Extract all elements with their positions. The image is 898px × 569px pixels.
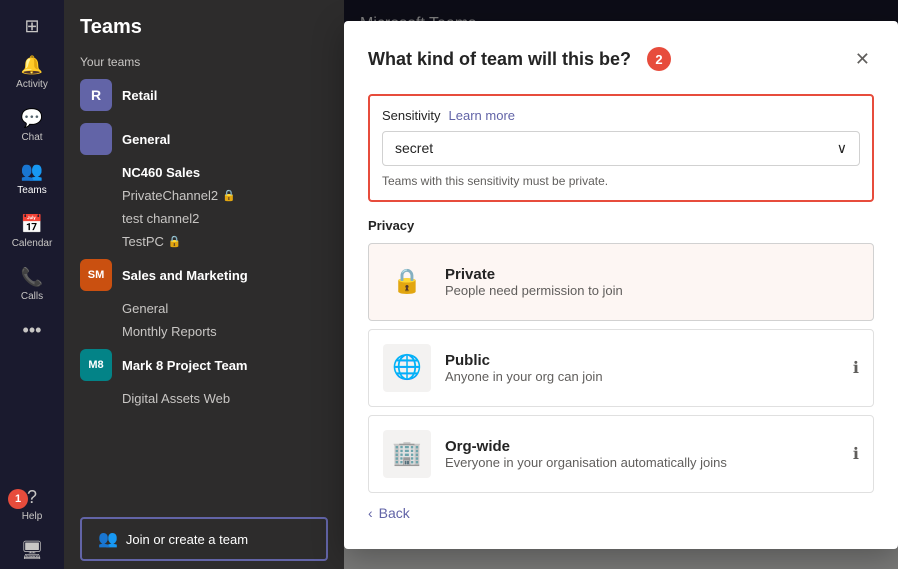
- join-create-button[interactable]: 👥 Join or create a team: [80, 517, 328, 561]
- chat-icon: 💬: [21, 108, 43, 129]
- sensitivity-hint: Teams with this sensitivity must be priv…: [382, 174, 860, 188]
- public-name: Public: [445, 352, 839, 369]
- channel-item-monthly-reports[interactable]: Monthly Reports: [64, 320, 344, 343]
- team-name-retail: Retail: [122, 88, 157, 103]
- rail-item-display[interactable]: 🖥: [0, 532, 64, 569]
- back-arrow-icon: ‹: [368, 505, 373, 521]
- chevron-down-icon: ∨: [837, 140, 847, 157]
- sensitivity-section: Sensitivity Learn more secret ∨ Teams wi…: [368, 94, 874, 202]
- globe-icon: 🌐: [392, 353, 422, 382]
- channel-item-testpc[interactable]: TestPC 🔒: [64, 230, 344, 253]
- team-avatar-sales: SM: [80, 259, 112, 291]
- public-desc: Anyone in your org can join: [445, 369, 839, 384]
- rail-item-chat-label: Chat: [21, 132, 42, 143]
- modal-backdrop: What kind of team will this be? 2 ✕ Sens…: [344, 0, 898, 569]
- help-icon: ?: [27, 487, 37, 508]
- more-icon: •••: [23, 320, 42, 341]
- modal-close-button[interactable]: ✕: [851, 45, 874, 74]
- public-info: Public Anyone in your org can join: [445, 352, 839, 384]
- join-create-label: Join or create a team: [126, 532, 248, 547]
- rail-item-chat[interactable]: 💬 Chat: [0, 100, 64, 151]
- rail-item-calendar-label: Calendar: [12, 238, 53, 249]
- private-icon-wrap: 🔒: [383, 258, 431, 306]
- sidebar-content: Your teams R Retail General NC460 Sales …: [64, 47, 344, 509]
- orgwide-icon-wrap: 🏢: [383, 430, 431, 478]
- rail-item-teams-label: Teams: [17, 185, 46, 196]
- activity-icon: 🔔: [21, 55, 43, 76]
- rail-item-activity[interactable]: 🔔 Activity: [0, 47, 64, 98]
- team-avatar-retail: R: [80, 79, 112, 111]
- orgwide-info: Org-wide Everyone in your organisation a…: [445, 438, 839, 470]
- team-name-general: General: [122, 132, 170, 147]
- channel-item-testchannel2[interactable]: test channel2: [64, 207, 344, 230]
- rail-item-calls-label: Calls: [21, 291, 43, 302]
- sensitivity-learn-more-link[interactable]: Learn more: [449, 108, 515, 123]
- your-teams-label: Your teams: [64, 47, 344, 73]
- info-icon-public[interactable]: ℹ: [853, 358, 859, 378]
- rail-item-activity-label: Activity: [16, 79, 48, 90]
- channel-item-general-sales[interactable]: General: [64, 297, 344, 320]
- sensitivity-label-row: Sensitivity Learn more: [382, 108, 860, 123]
- team-item-general[interactable]: General: [64, 117, 344, 161]
- orgwide-desc: Everyone in your organisation automatica…: [445, 455, 839, 470]
- main-content: Microsoft Teams What kind of team will t…: [344, 0, 898, 569]
- sensitivity-value: secret: [395, 140, 433, 156]
- team-name-sales: Sales and Marketing: [122, 268, 248, 283]
- private-name: Private: [445, 266, 859, 283]
- modal-header: What kind of team will this be? 2 ✕: [368, 45, 874, 74]
- rail-item-calls[interactable]: 📞 Calls: [0, 259, 64, 310]
- team-item-mark8[interactable]: M8 Mark 8 Project Team: [64, 343, 344, 387]
- team-avatar-general: [80, 123, 112, 155]
- lock-icon-testpc: 🔒: [168, 235, 182, 248]
- rail-item-teams[interactable]: 👥 Teams: [0, 153, 64, 204]
- modal-title-row: What kind of team will this be? 2: [368, 47, 671, 71]
- rail-item-more[interactable]: •••: [0, 312, 64, 349]
- lock-icon-privatechannel2: 🔒: [222, 189, 236, 202]
- display-icon: 🖥: [21, 540, 44, 561]
- team-name-mark8: Mark 8 Project Team: [122, 358, 247, 373]
- org-icon: 🏢: [392, 439, 422, 468]
- rail-item-calendar[interactable]: 📅 Calendar: [0, 206, 64, 257]
- privacy-option-orgwide[interactable]: 🏢 Org-wide Everyone in your organisation…: [368, 415, 874, 493]
- sidebar-title: Teams: [80, 16, 142, 39]
- orgwide-name: Org-wide: [445, 438, 839, 455]
- privacy-option-public[interactable]: 🌐 Public Anyone in your org can join ℹ: [368, 329, 874, 407]
- private-desc: People need permission to join: [445, 283, 859, 298]
- sidebar-header: Teams: [64, 0, 344, 47]
- back-button[interactable]: ‹ Back: [368, 501, 410, 525]
- info-icon-orgwide[interactable]: ℹ: [853, 444, 859, 464]
- icon-rail: ⊞ 🔔 Activity 💬 Chat 👥 Teams 📅 Calendar 📞…: [0, 0, 64, 569]
- modal-title: What kind of team will this be?: [368, 49, 631, 70]
- privacy-label: Privacy: [368, 218, 874, 233]
- join-create-icon: 👥: [98, 529, 118, 549]
- privacy-option-private[interactable]: 🔒 Private People need permission to join: [368, 243, 874, 321]
- rail-item-grid[interactable]: ⊞: [0, 8, 64, 45]
- calls-icon: 📞: [21, 267, 43, 288]
- team-item-retail[interactable]: R Retail: [64, 73, 344, 117]
- rail-item-help-label: Help: [22, 511, 43, 522]
- private-info: Private People need permission to join: [445, 266, 859, 298]
- sensitivity-text: Sensitivity: [382, 108, 441, 123]
- badge-1: 1: [8, 489, 28, 509]
- team-avatar-mark8: M8: [80, 349, 112, 381]
- sensitivity-dropdown[interactable]: secret ∨: [382, 131, 860, 166]
- lock-icon-private: 🔒: [392, 267, 422, 296]
- calendar-icon: 📅: [21, 214, 43, 235]
- teams-icon: 👥: [21, 161, 43, 182]
- channel-item-nc460[interactable]: NC460 Sales: [64, 161, 344, 184]
- public-icon-wrap: 🌐: [383, 344, 431, 392]
- channel-item-privatechannel2[interactable]: PrivateChannel2 🔒: [64, 184, 344, 207]
- channel-item-digital-assets[interactable]: Digital Assets Web: [64, 387, 344, 410]
- grid-icon: ⊞: [24, 16, 39, 37]
- sidebar: Teams Your teams R Retail General NC460 …: [64, 0, 344, 569]
- modal: What kind of team will this be? 2 ✕ Sens…: [344, 21, 898, 549]
- back-label: Back: [379, 505, 410, 521]
- badge-2: 2: [647, 47, 671, 71]
- team-item-sales-marketing[interactable]: SM Sales and Marketing: [64, 253, 344, 297]
